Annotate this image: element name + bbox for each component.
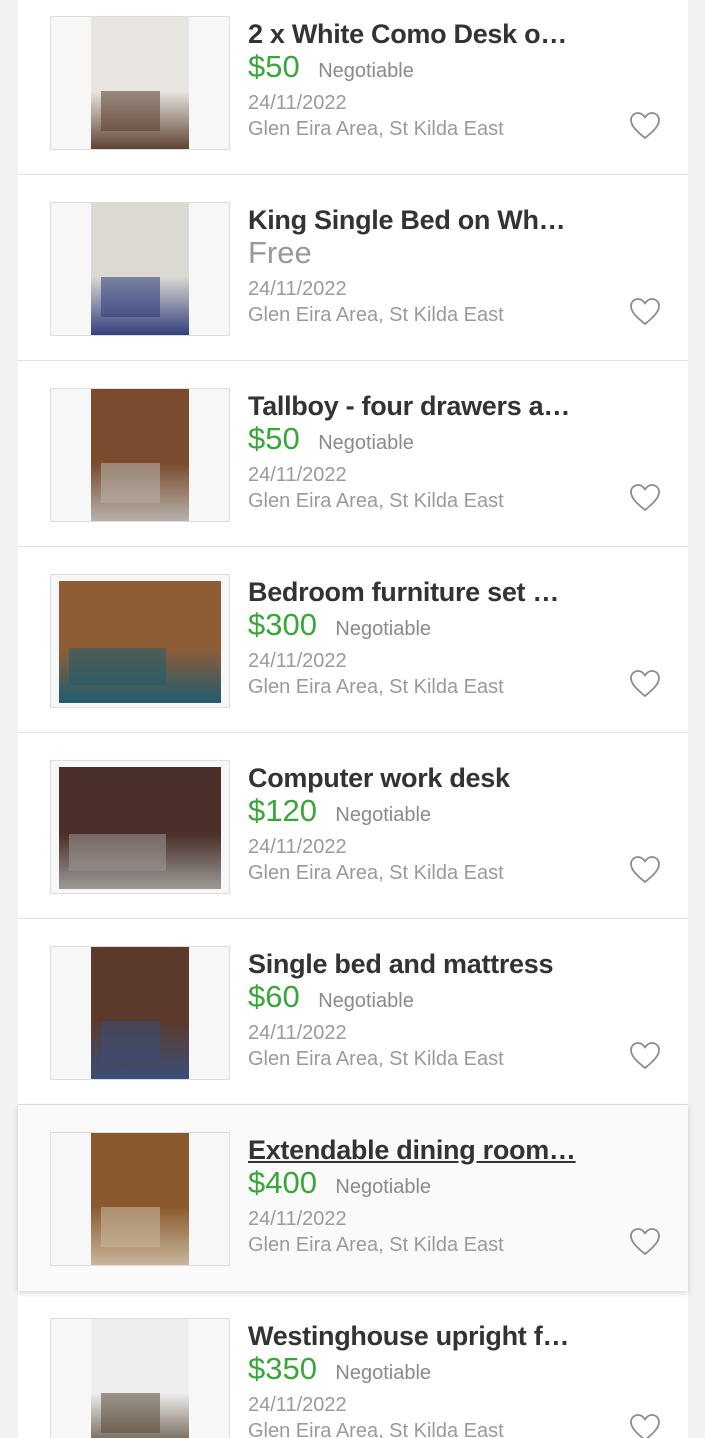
negotiable-label: Negotiable [335,618,432,640]
listing-price: $50 [248,49,300,84]
listing-title[interactable]: Westinghouse upright f… [248,1319,578,1353]
listing-card[interactable]: Single bed and mattress $60 Negotiable 2… [18,919,688,1105]
listing-photo[interactable] [50,1318,230,1438]
listing-photo[interactable] [50,202,230,336]
listing-location: Glen Eira Area, St Kilda East [248,118,504,140]
listings-page: 2 x White Como Desk o… $50 Negotiable 24… [0,0,705,1438]
listing-photo[interactable] [50,760,230,894]
listing-photo[interactable] [50,388,230,522]
listing-card[interactable]: Computer work desk $120 Negotiable 24/11… [18,733,688,919]
listing-photo[interactable] [50,16,230,150]
listing-price: $300 [248,607,317,642]
heart-outline-icon[interactable] [629,297,661,327]
heart-outline-icon[interactable] [629,483,661,513]
price-row: $400 Negotiable [248,1165,431,1201]
listing-location: Glen Eira Area, St Kilda East [248,1048,504,1070]
listing-title[interactable]: Tallboy - four drawers a… [248,389,578,423]
listing-date: 24/11/2022 [248,92,347,114]
heart-outline-icon[interactable] [629,1041,661,1071]
listing-card[interactable]: 2 x White Como Desk o… $50 Negotiable 24… [18,0,688,175]
listing-title[interactable]: Single bed and mattress [248,947,578,981]
negotiable-label: Negotiable [318,432,414,454]
listing-title[interactable]: Computer work desk [248,761,578,795]
price-row: $50 Negotiable [248,421,414,457]
price-row: $120 Negotiable [248,793,431,829]
listing-location: Glen Eira Area, St Kilda East [248,1234,504,1256]
negotiable-label: Negotiable [318,60,414,82]
listing-title[interactable]: King Single Bed on Wh… [248,203,578,237]
listing-title[interactable]: Bedroom furniture set … [248,575,578,609]
listing-price: $60 [248,979,300,1014]
listing-date: 24/11/2022 [248,1022,347,1044]
listing-card[interactable]: Tallboy - four drawers a… $50 Negotiable… [18,361,688,547]
listing-price: $120 [248,793,317,828]
listing-date: 24/11/2022 [248,278,347,300]
listing-price: $50 [248,421,300,456]
listing-title[interactable]: Extendable dining room… [248,1133,578,1167]
listing-location: Glen Eira Area, St Kilda East [248,490,504,512]
listing-location: Glen Eira Area, St Kilda East [248,304,504,326]
heart-outline-icon[interactable] [629,669,661,699]
price-row: $350 Negotiable [248,1351,431,1387]
listing-card[interactable]: Westinghouse upright f… $350 Negotiable … [18,1291,688,1438]
heart-outline-icon[interactable] [629,855,661,885]
listing-card[interactable]: Extendable dining room… $400 Negotiable … [18,1105,688,1291]
listing-photo[interactable] [50,574,230,708]
listing-date: 24/11/2022 [248,836,347,858]
price-row: $50 Negotiable [248,49,414,85]
price-row: $60 Negotiable [248,979,414,1015]
heart-outline-icon[interactable] [629,1413,661,1438]
listing-location: Glen Eira Area, St Kilda East [248,862,504,884]
listing-date: 24/11/2022 [248,1394,347,1416]
listing-location: Glen Eira Area, St Kilda East [248,676,504,698]
heart-outline-icon[interactable] [629,111,661,141]
listing-price: Free [248,235,312,270]
listing-price: $350 [248,1351,317,1386]
listing-price: $400 [248,1165,317,1200]
listing-date: 24/11/2022 [248,1208,347,1230]
price-row: $300 Negotiable [248,607,431,643]
listing-location: Glen Eira Area, St Kilda East [248,1420,504,1438]
listing-date: 24/11/2022 [248,464,347,486]
negotiable-label: Negotiable [335,804,432,826]
listing-title[interactable]: 2 x White Como Desk o… [248,17,578,51]
listing-photo[interactable] [50,946,230,1080]
negotiable-label: Negotiable [318,990,414,1012]
heart-outline-icon[interactable] [629,1227,661,1257]
listing-card[interactable]: King Single Bed on Wh… Free 24/11/2022 G… [18,175,688,361]
negotiable-label: Negotiable [335,1176,432,1198]
price-row: Free [248,235,326,271]
listing-card[interactable]: Bedroom furniture set … $300 Negotiable … [18,547,688,733]
listing-photo[interactable] [50,1132,230,1266]
listing-date: 24/11/2022 [248,650,347,672]
negotiable-label: Negotiable [335,1362,432,1384]
listing-results: 2 x White Como Desk o… $50 Negotiable 24… [18,0,688,1438]
